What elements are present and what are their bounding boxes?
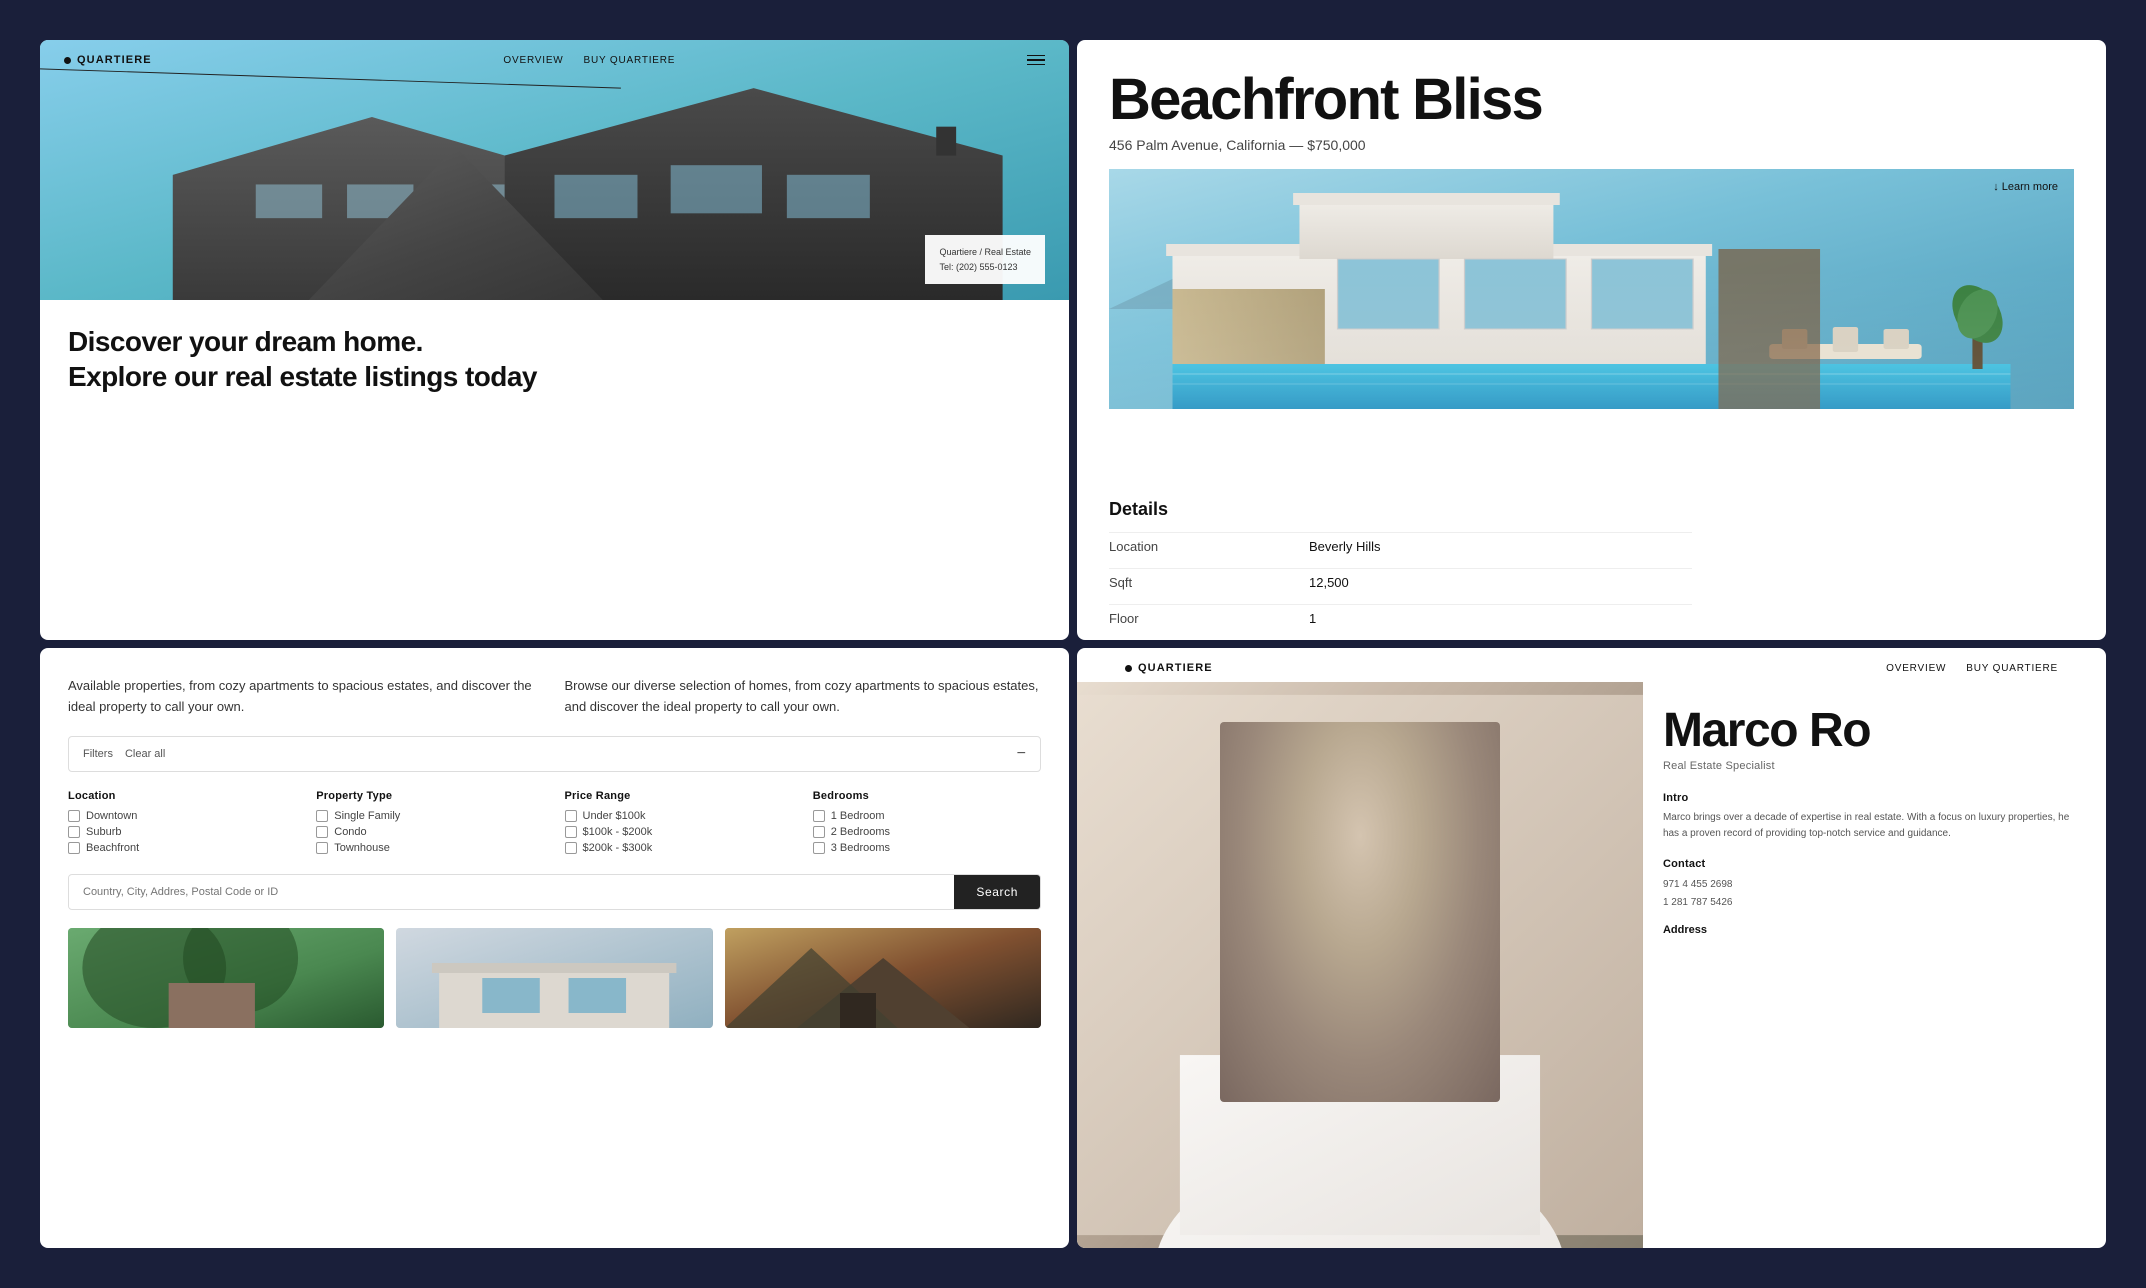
value-sqft: 12,500 [1309, 568, 1692, 596]
panel-quartiere-home: QUARTIERE OVERVIEW BUY QUARTIERE [40, 40, 1069, 640]
address-card-line1: Quartiere / Real Estate [939, 245, 1031, 259]
label-sqft: Sqft [1109, 568, 1309, 596]
property-type-options: Single Family Condo Townhouse [316, 810, 544, 854]
bedrooms-options: 1 Bedroom 2 Bedrooms 3 Bedrooms [813, 810, 1041, 854]
nav4-overview[interactable]: OVERVIEW [1886, 663, 1946, 674]
phone2: 1 281 787 5426 [1663, 894, 2086, 912]
panel-property-search: Available properties, from cozy apartmen… [40, 648, 1069, 1248]
nav4-buy[interactable]: BUY QUARTIERE [1966, 663, 2058, 674]
option-condo[interactable]: Condo [316, 826, 544, 838]
details-grid: Location Beverly Hills Sqft 12,500 Floor… [1109, 532, 2074, 632]
property-type-title: Property Type [316, 790, 544, 802]
intro-text: Marco brings over a decade of expertise … [1663, 810, 2086, 842]
value-floor: 1 [1309, 604, 1692, 632]
agent-content: Marco Ro Real Estate Specialist Intro Ma… [1077, 674, 2106, 1248]
hero-line1: Discover your dream home. [68, 326, 423, 357]
property-image [1109, 169, 2074, 409]
agent-title: Real Estate Specialist [1663, 760, 2086, 772]
panel-property-detail: Beachfront Bliss 456 Palm Avenue, Califo… [1077, 40, 2106, 640]
logo: QUARTIERE [64, 54, 152, 66]
option-200k-300k[interactable]: $200k - $300k [565, 842, 793, 854]
property-type-filter: Property Type Single Family Condo Townho… [316, 790, 544, 858]
logo4-text: QUARTIERE [1138, 662, 1213, 674]
intro-label: Intro [1663, 792, 2086, 804]
address-card: Quartiere / Real Estate Tel: (202) 555-0… [925, 235, 1045, 284]
details-section: Details Location Beverly Hills Sqft 12,5… [1109, 483, 2074, 640]
filters-left: Filters Clear all [83, 748, 165, 760]
address-label: Address [1663, 924, 2086, 936]
hero-line2: Explore our real estate listings today [68, 361, 537, 392]
nav-buy[interactable]: BUY QUARTIERE [584, 55, 676, 66]
search-bar: Search [68, 874, 1041, 910]
filters-label[interactable]: Filters [83, 748, 113, 760]
bedrooms-title: Bedrooms [813, 790, 1041, 802]
option-1-bedroom[interactable]: 1 Bedroom [813, 810, 1041, 822]
option-2-bedrooms[interactable]: 2 Bedrooms [813, 826, 1041, 838]
price-range-options: Under $100k $100k - $200k $200k - $300k [565, 810, 793, 854]
nav-bar: QUARTIERE OVERVIEW BUY QUARTIERE [40, 40, 1069, 80]
label-location: Location [1109, 532, 1309, 560]
filters-bar[interactable]: Filters Clear all − [68, 736, 1041, 772]
description-right: Browse our diverse selection of homes, f… [565, 676, 1042, 718]
filter-categories: Location Downtown Suburb Beachfront Prop… [68, 790, 1041, 858]
agent-photo [1077, 682, 1643, 1248]
property-title: Beachfront Bliss [1109, 70, 2074, 131]
panel-agent-profile: QUARTIERE OVERVIEW BUY QUARTIERE [1077, 648, 2106, 1248]
thumbnail-1[interactable] [68, 928, 384, 1028]
phone1: 971 4 455 2698 [1663, 876, 2086, 894]
option-beachfront[interactable]: Beachfront [68, 842, 296, 854]
property-image-wrapper: ↓ Learn more [1109, 169, 2074, 483]
property-address: 456 Palm Avenue, California — $750,000 [1109, 137, 2074, 153]
learn-more-button[interactable]: ↓ Learn more [1993, 181, 2058, 193]
option-100k-200k[interactable]: $100k - $200k [565, 826, 793, 838]
collapse-icon[interactable]: − [1017, 745, 1026, 763]
logo-text: QUARTIERE [77, 54, 152, 66]
hamburger-menu[interactable] [1027, 55, 1045, 66]
label-floor: Floor [1109, 604, 1309, 632]
option-under-100k[interactable]: Under $100k [565, 810, 793, 822]
thumbnail-3[interactable] [725, 928, 1041, 1028]
option-townhouse[interactable]: Townhouse [316, 842, 544, 854]
details-title: Details [1109, 499, 2074, 520]
nav4-links: OVERVIEW BUY QUARTIERE [1886, 663, 2058, 674]
search-input[interactable] [69, 876, 954, 908]
price-range-filter: Price Range Under $100k $100k - $200k $2… [565, 790, 793, 858]
option-suburb[interactable]: Suburb [68, 826, 296, 838]
logo4: QUARTIERE [1125, 662, 1213, 674]
property-thumbnails [68, 928, 1041, 1228]
location-title: Location [68, 790, 296, 802]
location-options: Downtown Suburb Beachfront [68, 810, 296, 854]
location-filter: Location Downtown Suburb Beachfront [68, 790, 296, 858]
agent-portrait [1077, 682, 1643, 1248]
contact-label: Contact [1663, 858, 2086, 870]
clear-all-link[interactable]: Clear all [125, 748, 165, 760]
villa-illustration [1109, 169, 2074, 409]
address-card-line2: Tel: (202) 555-0123 [939, 260, 1031, 274]
logo4-dot [1125, 665, 1132, 672]
description-section: Available properties, from cozy apartmen… [68, 676, 1041, 718]
agent-info: Marco Ro Real Estate Specialist Intro Ma… [1643, 682, 2106, 1248]
description-left: Available properties, from cozy apartmen… [68, 676, 545, 718]
nav4-bar: QUARTIERE OVERVIEW BUY QUARTIERE [1101, 662, 2082, 674]
value-location: Beverly Hills [1309, 532, 1692, 560]
nav-links: OVERVIEW BUY QUARTIERE [503, 55, 675, 66]
hero-content: Discover your dream home. Explore our re… [40, 300, 1069, 640]
logo-dot [64, 57, 71, 64]
option-3-bedrooms[interactable]: 3 Bedrooms [813, 842, 1041, 854]
option-single-family[interactable]: Single Family [316, 810, 544, 822]
price-range-title: Price Range [565, 790, 793, 802]
thumbnail-2[interactable] [396, 928, 712, 1028]
nav-overview[interactable]: OVERVIEW [503, 55, 563, 66]
option-downtown[interactable]: Downtown [68, 810, 296, 822]
agent-name: Marco Ro [1663, 706, 2086, 756]
hero-headline: Discover your dream home. Explore our re… [68, 324, 1041, 394]
search-button[interactable]: Search [954, 875, 1040, 909]
bedrooms-filter: Bedrooms 1 Bedroom 2 Bedrooms 3 Bedrooms [813, 790, 1041, 858]
